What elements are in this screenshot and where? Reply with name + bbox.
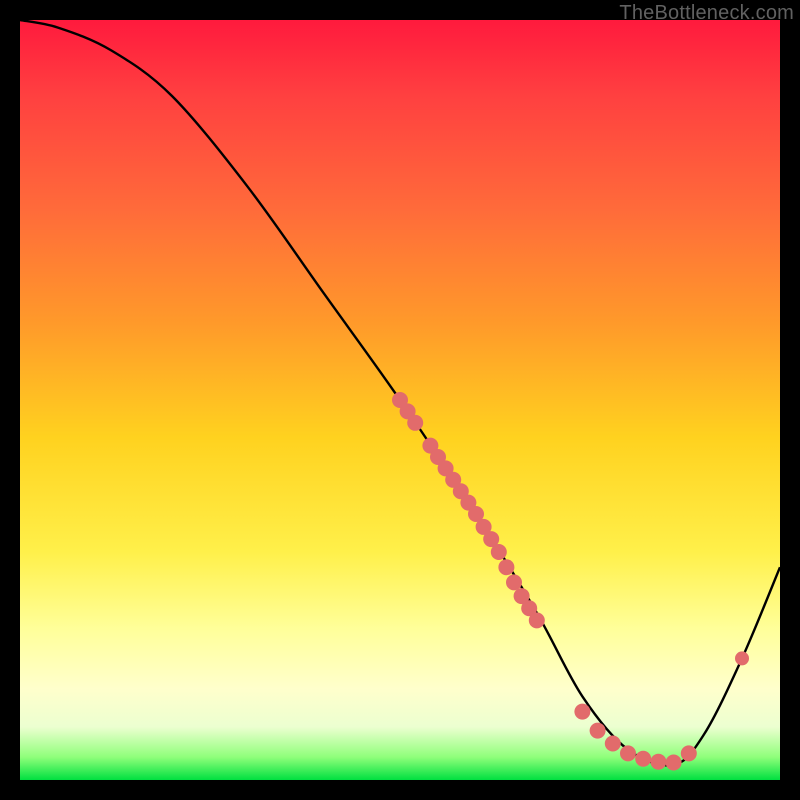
watermark-text: TheBottleneck.com bbox=[619, 2, 794, 25]
chart-frame bbox=[20, 20, 780, 780]
gradient-background bbox=[20, 20, 780, 780]
